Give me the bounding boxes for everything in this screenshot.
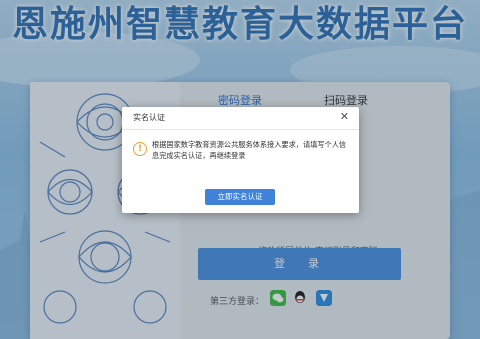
close-icon[interactable]: ✕: [340, 110, 349, 123]
verify-now-button[interactable]: 立即实名认证: [205, 189, 275, 205]
dialog-title: 实名认证: [133, 113, 165, 122]
real-name-auth-dialog: 实名认证 ✕ ! 根据国家数字教育资源公共服务体系接入要求，请填写个人信息完成实…: [122, 107, 359, 213]
dialog-message: 根据国家数字教育资源公共服务体系接入要求，请填写个人信息完成实名认证，再继续登录: [152, 140, 347, 160]
dialog-header: 实名认证 ✕: [122, 107, 359, 130]
warning-icon: !: [133, 142, 147, 156]
